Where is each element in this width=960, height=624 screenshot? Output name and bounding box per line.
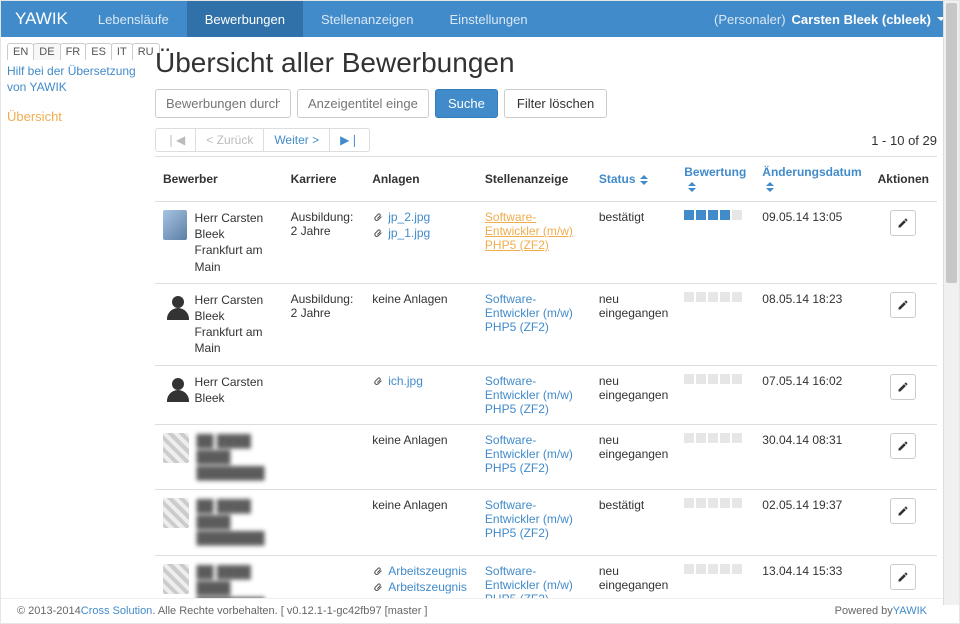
footer-product-link[interactable]: YAWIK bbox=[893, 605, 927, 617]
footer: © 2013-2014 Cross Solution . Alle Rechte… bbox=[1, 598, 943, 623]
nav: LebensläufeBewerbungenStellenanzeigenEin… bbox=[80, 1, 546, 37]
job-title-filter-input[interactable] bbox=[297, 89, 429, 118]
col-status[interactable]: Status bbox=[591, 157, 676, 202]
pager: ❘◀ < Zurück Weiter > ▶❘ bbox=[155, 128, 369, 152]
help-translate-link[interactable]: Hilf bei der Übersetzung von YAWIK bbox=[7, 64, 145, 95]
user-menu[interactable]: (Personaler) Carsten Bleek (cbleek) bbox=[714, 1, 945, 37]
edit-button[interactable] bbox=[890, 564, 916, 590]
col-date[interactable]: Änderungsdatum bbox=[754, 157, 869, 202]
pager-last[interactable]: ▶❘ bbox=[329, 128, 370, 152]
rating bbox=[684, 210, 746, 220]
search-input[interactable] bbox=[155, 89, 291, 118]
col-rating[interactable]: Bewertung bbox=[676, 157, 754, 202]
job-link[interactable]: Software-Entwickler (m/w) PHP5 (ZF2) bbox=[485, 374, 573, 416]
attachment[interactable]: jp_1.jpg bbox=[372, 226, 469, 240]
toolbar: Suche Filter löschen bbox=[155, 89, 937, 118]
pager-first[interactable]: ❘◀ bbox=[155, 128, 196, 152]
col-job: Stellenanzeige bbox=[477, 157, 591, 202]
attachment[interactable]: Arbeitszeugnis bbox=[372, 564, 469, 578]
footer-company-link[interactable]: Cross Solution bbox=[81, 605, 153, 617]
brand[interactable]: YAWIK bbox=[15, 1, 80, 37]
scrollbar[interactable] bbox=[943, 1, 959, 605]
table-row: ██ ████ ████████████keine AnlagenSoftwar… bbox=[155, 424, 937, 490]
sidebar-overview-link[interactable]: Übersicht bbox=[7, 105, 145, 128]
pager-next[interactable]: Weiter > bbox=[263, 128, 330, 152]
col-career: Karriere bbox=[283, 157, 365, 202]
job-link[interactable]: Software-Entwickler (m/w) PHP5 (ZF2) bbox=[485, 210, 573, 252]
edit-button[interactable] bbox=[890, 292, 916, 318]
job-link[interactable]: Software-Entwickler (m/w) PHP5 (ZF2) bbox=[485, 292, 573, 334]
avatar bbox=[163, 433, 189, 463]
rating bbox=[684, 292, 746, 302]
lang-es[interactable]: ES bbox=[85, 43, 112, 60]
sort-icon bbox=[640, 175, 648, 185]
edit-button[interactable] bbox=[890, 498, 916, 524]
sort-icon bbox=[766, 182, 774, 192]
clear-filter-button[interactable]: Filter löschen bbox=[504, 89, 607, 118]
rating bbox=[684, 498, 746, 508]
edit-button[interactable] bbox=[890, 374, 916, 400]
page-title: Übersicht aller Bewerbungen bbox=[155, 47, 937, 79]
lang-fr[interactable]: FR bbox=[60, 43, 87, 60]
pager-prev[interactable]: < Zurück bbox=[195, 128, 264, 152]
job-link[interactable]: Software-Entwickler (m/w) PHP5 (ZF2) bbox=[485, 433, 573, 475]
col-attachments: Anlagen bbox=[364, 157, 477, 202]
attachment[interactable]: Arbeitszeugnis bbox=[372, 580, 469, 594]
table-row: Herr Carsten BleekFrankfurt am MainAusbi… bbox=[155, 202, 937, 284]
avatar bbox=[163, 498, 189, 528]
job-link[interactable]: Software-Entwickler (m/w) PHP5 (ZF2) bbox=[485, 498, 573, 540]
lang-en[interactable]: EN bbox=[7, 43, 34, 60]
edit-button[interactable] bbox=[890, 210, 916, 236]
result-count: 1 - 10 of 29 bbox=[871, 133, 937, 148]
nav-stellenanzeigen[interactable]: Stellenanzeigen bbox=[303, 1, 432, 37]
search-button[interactable]: Suche bbox=[435, 89, 498, 118]
avatar bbox=[163, 292, 187, 322]
nav-bewerbungen[interactable]: Bewerbungen bbox=[187, 1, 303, 37]
nav-lebensläufe[interactable]: Lebensläufe bbox=[80, 1, 187, 37]
attachment[interactable]: ich.jpg bbox=[372, 374, 469, 388]
table-row: Herr Carsten Bleekich.jpgSoftware-Entwic… bbox=[155, 365, 937, 424]
lang-de[interactable]: DE bbox=[33, 43, 60, 60]
col-actions: Aktionen bbox=[870, 157, 937, 202]
sort-icon bbox=[688, 182, 696, 192]
scrollbar-thumb[interactable] bbox=[946, 3, 957, 283]
navbar: YAWIK LebensläufeBewerbungenStellenanzei… bbox=[1, 1, 959, 37]
nav-einstellungen[interactable]: Einstellungen bbox=[432, 1, 546, 37]
rating bbox=[684, 433, 746, 443]
table-row: Herr Carsten BleekFrankfurt am MainAusbi… bbox=[155, 283, 937, 365]
rating bbox=[684, 564, 746, 574]
rating bbox=[684, 374, 746, 384]
avatar bbox=[163, 210, 187, 240]
lang-it[interactable]: IT bbox=[111, 43, 133, 60]
edit-button[interactable] bbox=[890, 433, 916, 459]
attachment[interactable]: jp_2.jpg bbox=[372, 210, 469, 224]
language-tabs: ENDEFRESITRU bbox=[7, 43, 145, 60]
applications-table: Bewerber Karriere Anlagen Stellenanzeige… bbox=[155, 156, 937, 624]
sidebar: ENDEFRESITRU Hilf bei der Übersetzung vo… bbox=[1, 37, 149, 624]
avatar bbox=[163, 564, 189, 594]
table-row: ██ ████ ████████████keine AnlagenSoftwar… bbox=[155, 490, 937, 556]
avatar bbox=[163, 374, 187, 404]
col-applicant: Bewerber bbox=[155, 157, 283, 202]
